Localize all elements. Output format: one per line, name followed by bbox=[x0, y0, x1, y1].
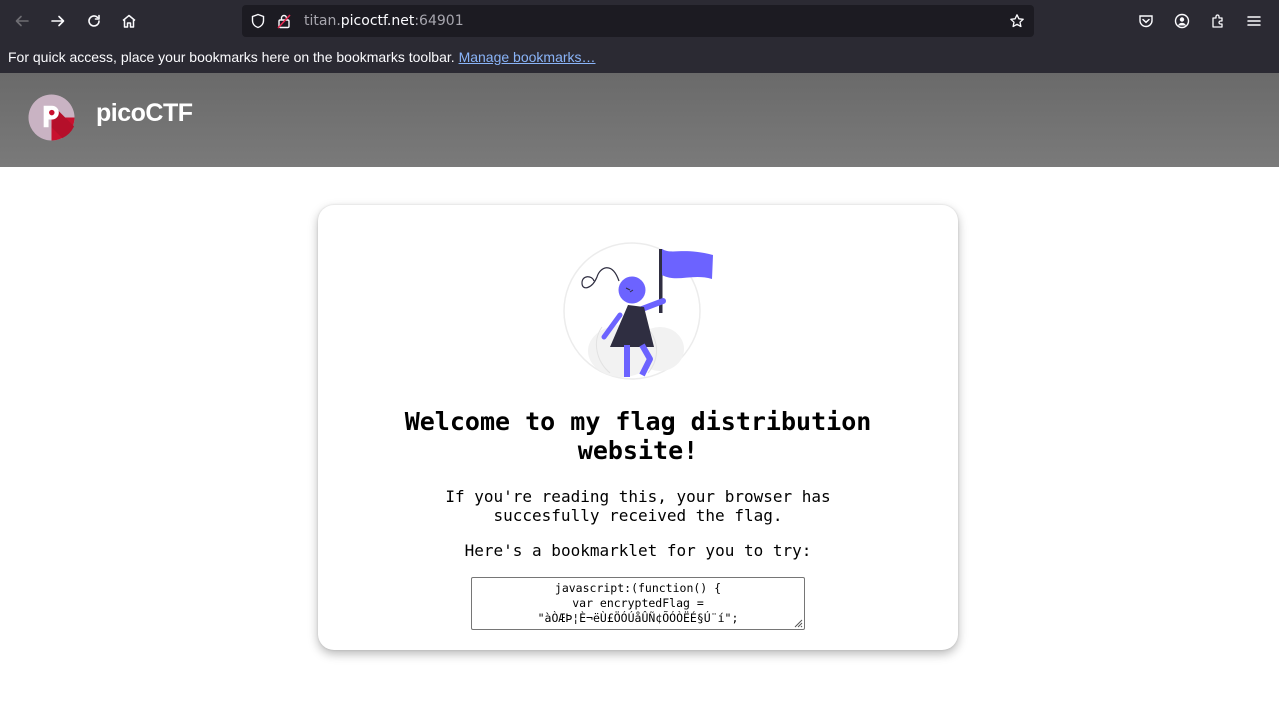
bookmarks-hint: For quick access, place your bookmarks h… bbox=[8, 42, 596, 72]
url-host-prefix: titan. bbox=[304, 13, 341, 29]
flag-girl-illustration bbox=[563, 242, 713, 380]
tracking-shield-icon[interactable] bbox=[250, 13, 266, 29]
account-button[interactable] bbox=[1168, 7, 1196, 35]
received-flag-message: If you're reading this, your browser has… bbox=[445, 487, 831, 525]
pocket-icon bbox=[1139, 15, 1153, 28]
manage-bookmarks-link[interactable]: Manage bookmarks… bbox=[459, 49, 596, 65]
bookmarklet-textarea[interactable]: javascript:(function() { var encryptedFl… bbox=[471, 577, 805, 630]
code-line: javascript:(function() { bbox=[554, 581, 722, 595]
url-port: :64901 bbox=[414, 13, 464, 29]
bookmarklet-code: javascript:(function() { var encryptedFl… bbox=[472, 578, 804, 626]
account-icon bbox=[1174, 13, 1190, 29]
bookmarks-message: For quick access, place your bookmarks h… bbox=[8, 49, 455, 65]
site-brand[interactable]: picoCTF bbox=[96, 99, 193, 128]
forward-arrow-icon bbox=[51, 15, 65, 27]
code-line: "àÒÆÞ¦È¬ëÙ£ÖÓÚåÛÑ¢ÕÓÒËÉ§Ú¨í"; bbox=[537, 611, 739, 625]
back-arrow-icon bbox=[15, 15, 29, 27]
puzzle-piece-icon bbox=[1212, 14, 1223, 28]
code-line: var encryptedFlag = bbox=[572, 596, 704, 610]
forward-button[interactable] bbox=[44, 7, 72, 35]
bookmarks-toolbar: For quick access, place your bookmarks h… bbox=[0, 42, 1279, 74]
bookmark-star-icon[interactable] bbox=[1009, 13, 1025, 29]
hamburger-menu-icon bbox=[1247, 16, 1261, 26]
home-button[interactable] bbox=[115, 7, 143, 35]
picoctf-logo[interactable] bbox=[28, 94, 75, 141]
url-domain: picoctf.net bbox=[340, 13, 415, 29]
browser-toolbar: titan.picoctf.net:64901 bbox=[0, 0, 1279, 42]
insecure-lock-icon[interactable] bbox=[276, 13, 292, 29]
back-button[interactable] bbox=[8, 7, 36, 35]
url-text[interactable]: titan.picoctf.net:64901 bbox=[304, 5, 464, 37]
pocket-button[interactable] bbox=[1132, 7, 1160, 35]
welcome-card: Welcome to my flag distribution website!… bbox=[318, 205, 958, 650]
reload-button[interactable] bbox=[80, 7, 108, 35]
extensions-button[interactable] bbox=[1204, 7, 1232, 35]
resize-grip-icon[interactable] bbox=[794, 619, 803, 628]
page-title: Welcome to my flag distribution website! bbox=[404, 407, 872, 465]
home-icon bbox=[122, 14, 136, 28]
bookmarklet-intro: Here's a bookmarklet for you to try: bbox=[464, 541, 812, 560]
reload-icon bbox=[88, 14, 100, 27]
address-bar[interactable]: titan.picoctf.net:64901 bbox=[242, 5, 1034, 37]
menu-button[interactable] bbox=[1240, 7, 1268, 35]
